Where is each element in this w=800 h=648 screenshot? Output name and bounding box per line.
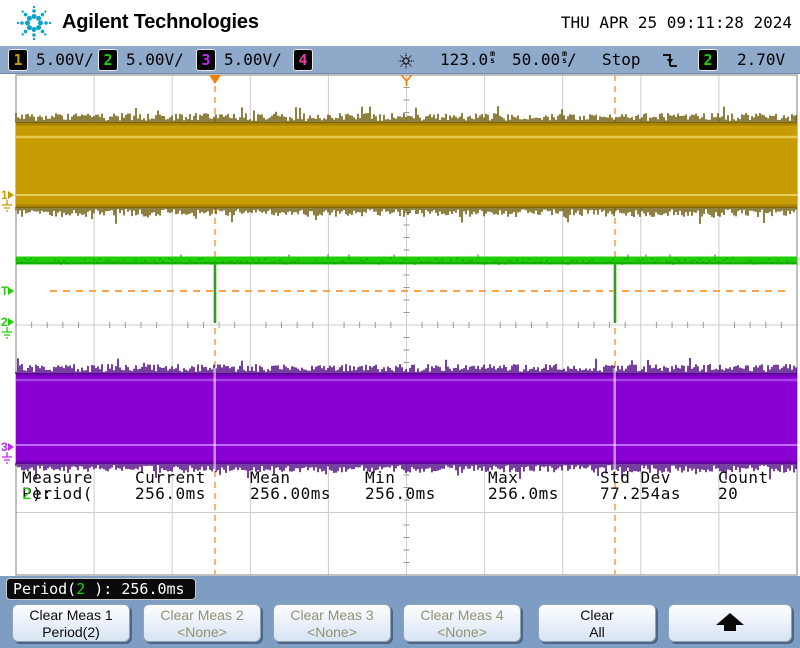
- softkey-panel: Period(2 ): 256.0ms Clear Meas 1Period(2…: [0, 576, 800, 648]
- channel-1-number: 1: [13, 51, 22, 69]
- timebase-scale-value: 50.00: [512, 50, 560, 69]
- datetime: THU APR 25 09:11:28 2024: [561, 13, 792, 32]
- brand-title: Agilent Technologies: [62, 11, 259, 34]
- channel-4-chip[interactable]: 4: [293, 49, 313, 71]
- meas-value-mean: 256.00ms: [250, 484, 331, 503]
- channel-3-number: 3: [201, 51, 210, 69]
- channel-2-scale: 5.00V/: [126, 50, 184, 69]
- arrow-up-icon: [710, 609, 750, 635]
- meas-value-current: 256.0ms: [135, 484, 206, 503]
- status-bar: 1 5.00V/ 2 5.00V/ 3 5.00V/ 4 123.0ms 50.…: [0, 46, 800, 74]
- softkey-clear-meas-4[interactable]: Clear Meas 4<None>: [403, 604, 521, 642]
- run-state: Stop: [602, 50, 641, 69]
- softkey-clear-meas-1[interactable]: Clear Meas 1Period(2): [12, 604, 130, 642]
- channel-1-chip[interactable]: 1: [8, 49, 28, 71]
- timebase-delay-value: 123.0: [440, 50, 488, 69]
- timebase-delay-unit: ms: [490, 50, 495, 64]
- agilent-burst-icon: [396, 51, 416, 71]
- scope-display: 1 T 2 3 Measure Current Mean Min Max Std De…: [0, 74, 800, 576]
- softkey-back[interactable]: [668, 604, 792, 642]
- timebase-scale-slash: /: [567, 50, 577, 69]
- trigger-source-chip[interactable]: 2: [698, 49, 718, 71]
- header: Agilent Technologies THU APR 25 09:11:28…: [0, 0, 800, 46]
- agilent-logo-icon: [12, 1, 56, 45]
- channel-1-scale: 5.00V/: [36, 50, 94, 69]
- trigger-level: 2.70V: [737, 50, 785, 69]
- softkey-clear-meas-3[interactable]: Clear Meas 3<None>: [273, 604, 391, 642]
- measurement-status-pill: Period(2 ): 256.0ms: [6, 578, 196, 600]
- svg-text:3: 3: [1, 440, 8, 454]
- svg-text:T: T: [1, 284, 9, 298]
- timebase-delay: 123.0ms: [440, 50, 495, 69]
- measurement-table: Measure Current Mean Min Max Std Dev Cou…: [0, 468, 800, 502]
- svg-text:2: 2: [1, 315, 8, 329]
- trigger-source-number: 2: [703, 51, 712, 69]
- channel-2-chip[interactable]: 2: [98, 49, 118, 71]
- channel-3-scale: 5.00V/: [224, 50, 282, 69]
- channel-3-chip[interactable]: 3: [196, 49, 216, 71]
- meas-value-count: 20: [718, 484, 738, 503]
- svg-text:1: 1: [1, 188, 8, 202]
- meas-value-max: 256.0ms: [488, 484, 559, 503]
- channel-4-number: 4: [298, 51, 307, 69]
- meas-value-min: 256.0ms: [365, 484, 436, 503]
- softkey-clear-all[interactable]: ClearAll: [538, 604, 656, 642]
- channel-2-number: 2: [103, 51, 112, 69]
- timebase-scale: 50.00ms/: [512, 50, 577, 69]
- meas-value-stddev: 77.254as: [600, 484, 681, 503]
- trigger-edge-falling-icon: [662, 51, 678, 69]
- softkey-clear-meas-2[interactable]: Clear Meas 2<None>: [143, 604, 261, 642]
